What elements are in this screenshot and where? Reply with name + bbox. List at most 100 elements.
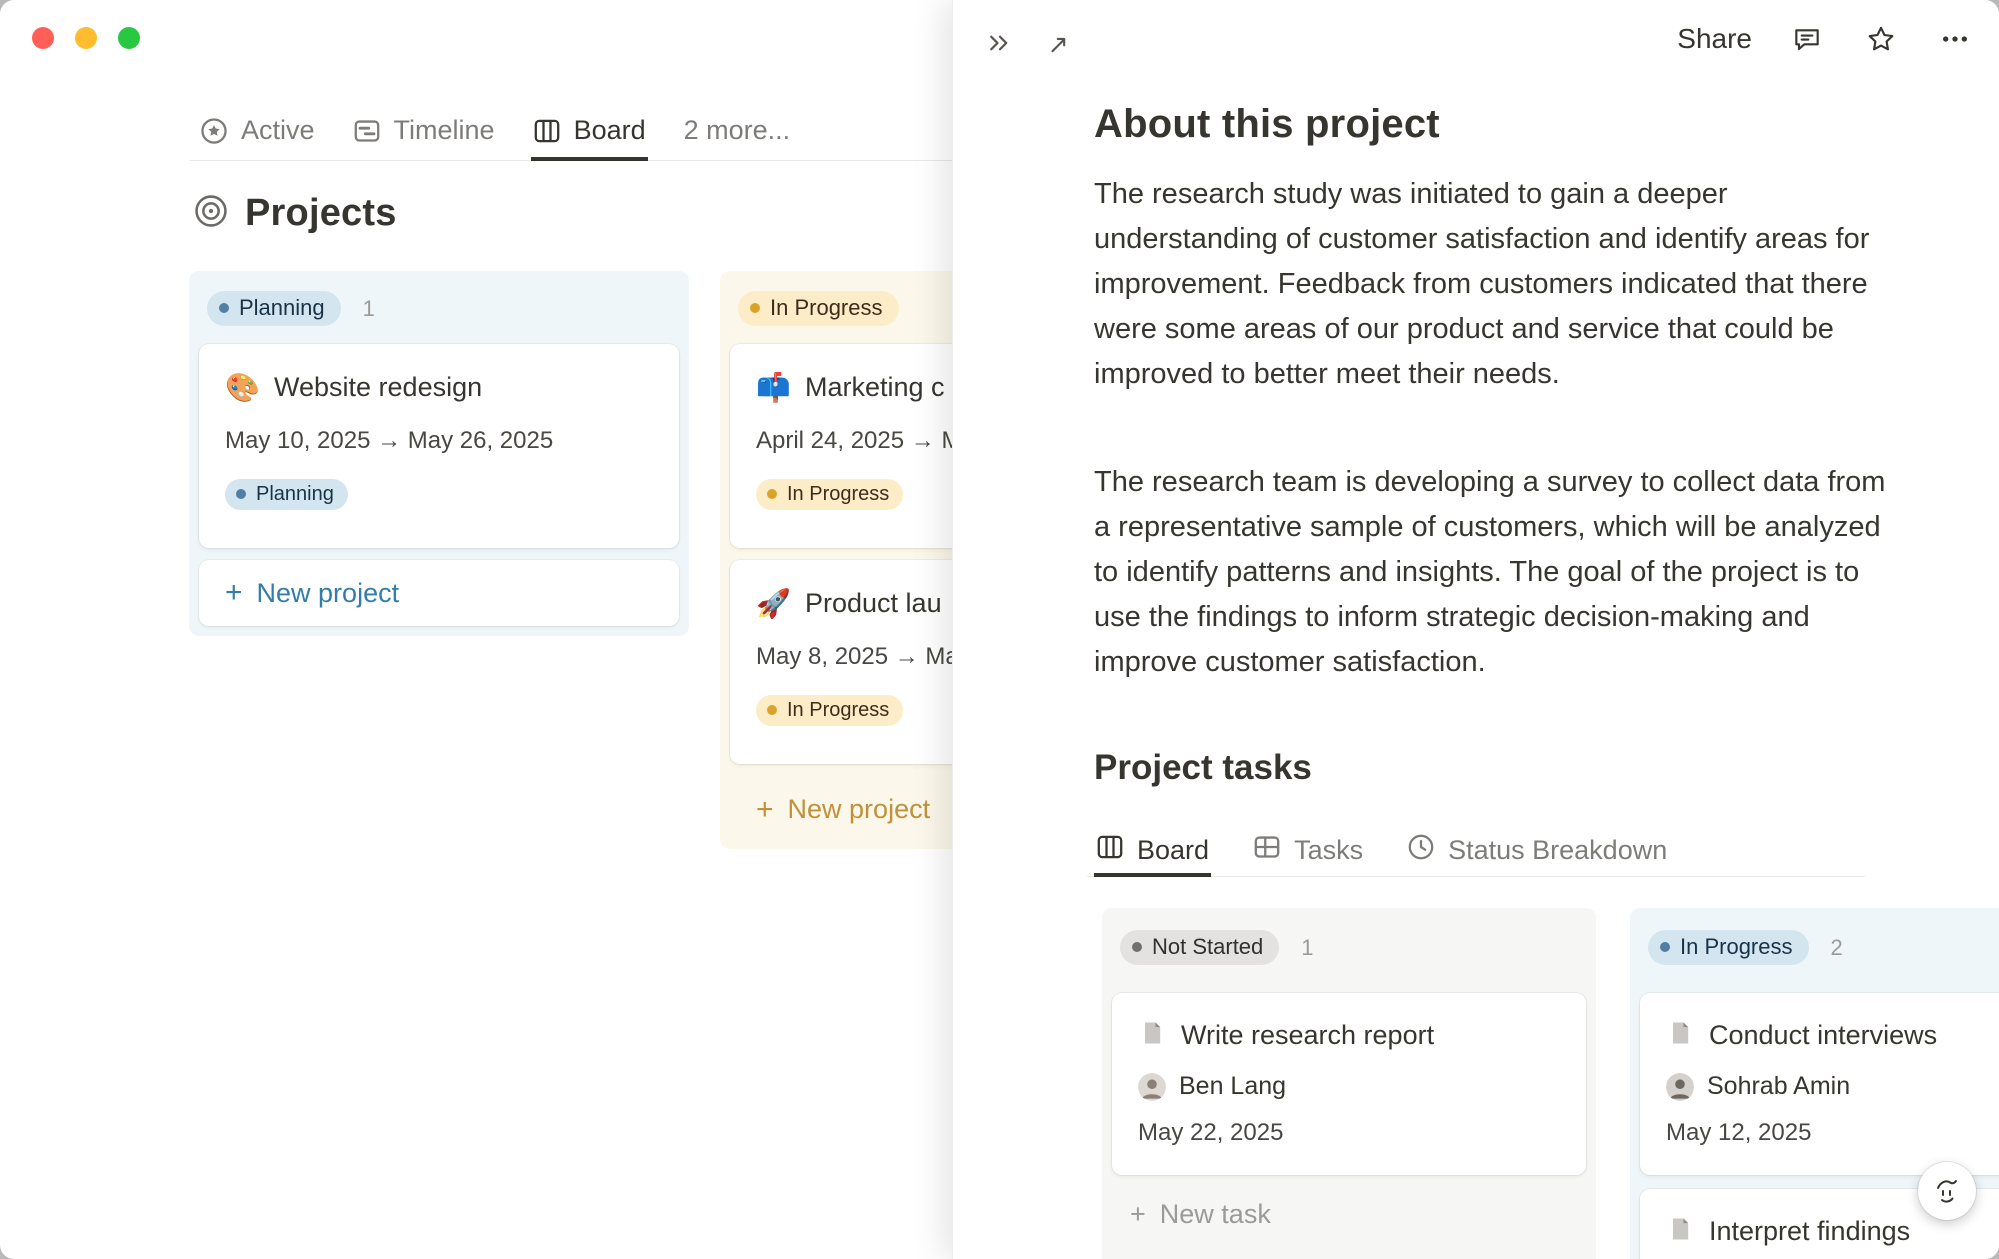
status-dot-icon <box>219 303 229 313</box>
share-button[interactable]: Share <box>1677 23 1752 55</box>
project-card[interactable]: 🎨 Website redesign May 10, 2025 → May 26… <box>199 344 679 548</box>
task-column-not-started: Not Started 1 Write research report <box>1102 908 1596 1259</box>
task-card-title: Interpret findings <box>1709 1216 1910 1247</box>
about-heading: About this project <box>1094 102 1440 147</box>
expand-page-button[interactable] <box>1037 24 1075 62</box>
tab-label: Board <box>1137 835 1209 866</box>
tab-label: 2 more... <box>684 115 791 146</box>
close-peek-button[interactable] <box>981 24 1019 62</box>
peek-toolbar-left <box>981 24 1075 62</box>
assignee-row: Sohrab Amin <box>1666 1072 1999 1101</box>
new-project-button[interactable]: + New project <box>199 560 679 626</box>
tab-timeline-view[interactable]: Timeline <box>351 100 497 161</box>
tab-task-table[interactable]: Tasks <box>1251 823 1365 877</box>
comments-button[interactable] <box>1788 20 1826 58</box>
view-tabs: Active Timeline Board 2 more... <box>198 100 792 161</box>
assignee-row: Ben Lang <box>1138 1072 1560 1101</box>
status-pill[interactable]: Planning <box>207 291 341 326</box>
board-column-planning: Planning 1 🎨 Website redesign May 10, 20… <box>189 271 689 636</box>
task-card-title: Write research report <box>1181 1020 1434 1051</box>
tab-label: Status Breakdown <box>1448 835 1667 866</box>
plus-icon: + <box>1130 1199 1146 1230</box>
window-controls <box>32 27 140 49</box>
avatar <box>1666 1073 1694 1101</box>
status-dot-icon <box>767 705 777 715</box>
task-view-tabs: Board Tasks Status Break <box>1094 823 1669 877</box>
column-header: Not Started 1 <box>1112 918 1586 993</box>
notion-ai-button[interactable] <box>1918 1162 1976 1220</box>
tab-task-board[interactable]: Board <box>1094 823 1211 877</box>
tab-label: Tasks <box>1294 835 1363 866</box>
board-icon <box>1096 833 1124 868</box>
assignee-name: Sohrab Amin <box>1707 1072 1850 1101</box>
tab-active-view[interactable]: Active <box>198 100 317 161</box>
table-icon <box>1253 833 1281 868</box>
favorite-button[interactable] <box>1862 20 1900 58</box>
tab-status-breakdown[interactable]: Status Breakdown <box>1405 823 1669 877</box>
target-icon <box>194 194 228 233</box>
tab-more-views[interactable]: 2 more... <box>682 100 793 161</box>
close-window-button[interactable] <box>32 27 54 49</box>
timeline-icon <box>353 117 381 145</box>
status-pill[interactable]: Not Started <box>1120 930 1279 965</box>
project-card-title: Marketing c <box>805 372 945 403</box>
project-status-tag: In Progress <box>756 479 903 510</box>
page-icon <box>1138 1019 1166 1052</box>
column-count: 2 <box>1831 935 1843 961</box>
project-card-title: Website redesign <box>274 372 482 403</box>
status-label: In Progress <box>1680 935 1793 959</box>
task-card[interactable]: Write research report Ben Lang May 22, 2… <box>1112 993 1586 1175</box>
plus-icon: + <box>225 578 243 608</box>
status-dot-icon <box>236 489 246 499</box>
tab-board-view[interactable]: Board <box>531 100 648 161</box>
double-chevron-right-icon <box>985 28 1015 58</box>
about-paragraph: The research study was initiated to gain… <box>1094 172 1886 397</box>
tab-label: Active <box>241 115 315 146</box>
app-window: Active Timeline Board 2 more... <box>0 0 1999 1259</box>
new-task-button[interactable]: + New task <box>1112 1189 1586 1240</box>
column-header: Planning 1 <box>199 281 679 344</box>
status-label: Planning <box>239 296 325 320</box>
task-card[interactable]: Conduct interviews Sohrab Amin May 12, 2… <box>1640 993 1999 1175</box>
database-title-row: Projects <box>194 192 397 235</box>
palette-emoji-icon: 🎨 <box>225 374 259 402</box>
assignee-name: Ben Lang <box>1179 1072 1286 1101</box>
star-circle-icon <box>200 117 228 145</box>
task-due-date: May 12, 2025 <box>1666 1119 1999 1147</box>
comment-icon <box>1791 23 1823 55</box>
column-count: 1 <box>363 296 375 322</box>
project-status-tag: Planning <box>225 479 348 510</box>
project-tasks-heading: Project tasks <box>1094 748 1312 788</box>
tab-label: Board <box>574 115 646 146</box>
status-pill[interactable]: In Progress <box>738 291 899 326</box>
page-icon <box>1666 1215 1694 1248</box>
status-dot-icon <box>1132 942 1142 952</box>
task-due-date: May 22, 2025 <box>1138 1119 1560 1147</box>
task-card-title: Conduct interviews <box>1709 1020 1937 1051</box>
more-options-button[interactable] <box>1936 20 1974 58</box>
tab-label: Timeline <box>394 115 495 146</box>
clock-icon <box>1407 833 1435 868</box>
peek-toolbar-right: Share <box>1677 20 1974 58</box>
side-peek-panel: Share About this project The research st… <box>952 0 1999 1259</box>
project-card-title: Product lau <box>805 588 942 619</box>
task-tabs-divider <box>1087 876 1865 877</box>
status-dot-icon <box>767 489 777 499</box>
mailbox-emoji-icon: 📫 <box>756 374 790 402</box>
column-header: In Progress 2 <box>1640 918 1999 993</box>
avatar <box>1138 1073 1166 1101</box>
status-label: In Progress <box>770 296 883 320</box>
minimize-window-button[interactable] <box>75 27 97 49</box>
status-label: Not Started <box>1152 935 1263 959</box>
board-icon <box>533 117 561 145</box>
column-count: 1 <box>1301 935 1313 961</box>
ai-face-icon <box>1931 1175 1963 1207</box>
status-pill[interactable]: In Progress <box>1648 930 1809 965</box>
project-status-tag: In Progress <box>756 695 903 726</box>
page-title[interactable]: Projects <box>245 192 397 235</box>
plus-icon: + <box>756 795 774 825</box>
rocket-emoji-icon: 🚀 <box>756 590 790 618</box>
status-dot-icon <box>750 303 760 313</box>
status-dot-icon <box>1660 942 1670 952</box>
zoom-window-button[interactable] <box>118 27 140 49</box>
